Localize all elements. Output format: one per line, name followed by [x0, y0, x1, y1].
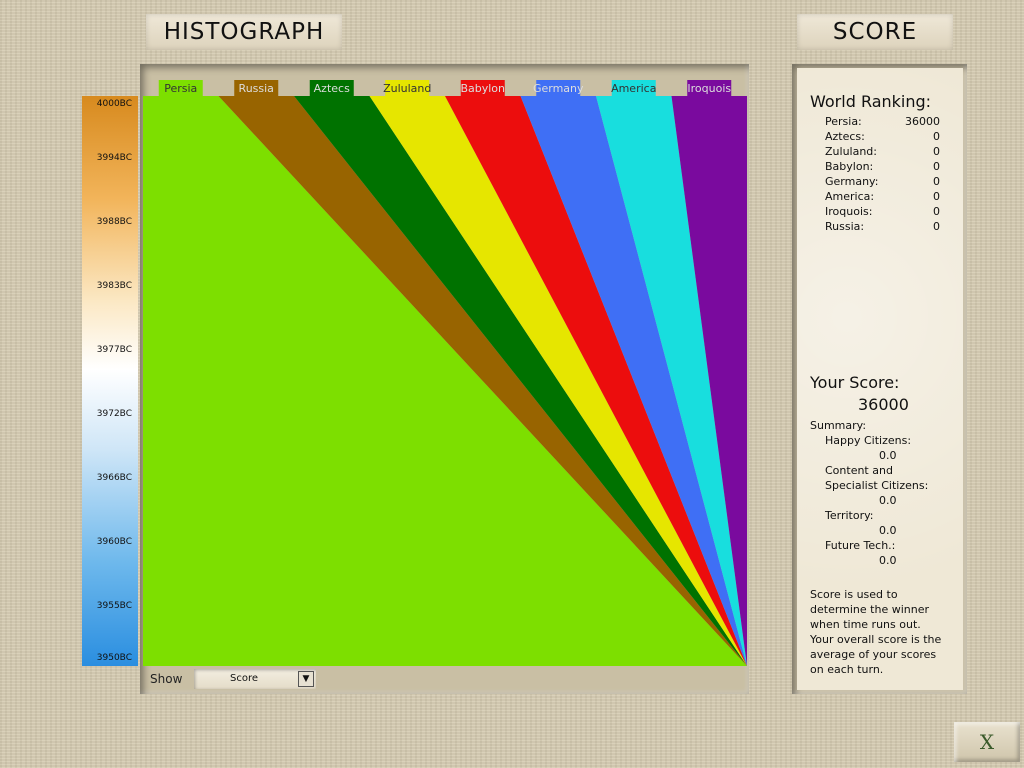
year-label: 3960BC	[96, 537, 132, 547]
year-label: 3972BC	[96, 409, 132, 419]
summary-label: Future Tech.:	[825, 539, 896, 552]
legend-label-aztecs: Aztecs	[314, 82, 350, 95]
ranking-name: Persia:	[825, 115, 862, 128]
legend-label-germany: Germany	[533, 82, 584, 95]
year-label: 4000BC	[96, 99, 132, 109]
score-note-line: determine the winner	[810, 603, 930, 616]
legend-label-zululand: Zululand	[383, 82, 431, 95]
ranking-name: Babylon:	[825, 160, 874, 173]
ranking-row: Germany: 0	[825, 175, 940, 188]
show-dropdown[interactable]: Score ▼	[194, 669, 316, 689]
ranking-row: America: 0	[825, 190, 940, 203]
ranking-name: Iroquois:	[825, 205, 873, 218]
legend-label-america: America	[611, 82, 656, 95]
legend-label-persia: Persia	[164, 82, 197, 95]
ranking-score: 0	[933, 220, 940, 233]
summary-value: 0.0	[879, 494, 897, 507]
legend-label-russia: Russia	[239, 82, 274, 95]
summary-label: Content and	[825, 464, 893, 477]
show-dropdown-value: Score	[229, 673, 258, 684]
year-label: 3950BC	[96, 653, 132, 663]
ranking-score: 0	[933, 175, 940, 188]
score-note-line: Your overall score is the	[810, 633, 942, 646]
your-score-title: Your Score:	[810, 373, 900, 392]
score-note-line: Score is used to	[810, 588, 898, 601]
ranking-name: Germany:	[825, 175, 879, 188]
your-score-value: 36000	[858, 395, 909, 414]
ranking-row: Iroquois: 0	[825, 205, 940, 218]
score-panel: World Ranking: Persia: 36000 Aztecs: 0 Zul…	[797, 68, 963, 690]
world-ranking-title: World Ranking:	[810, 92, 932, 111]
year-label: 3977BC	[96, 345, 132, 355]
ranking-row: Persia: 36000	[825, 115, 940, 128]
year-label: 3955BC	[96, 601, 132, 611]
ranking-name: Russia:	[825, 220, 865, 233]
ranking-row: Zululand: 0	[825, 145, 940, 158]
histograph-title: HISTOGRAPH	[146, 14, 342, 50]
year-label: 3994BC	[96, 153, 132, 163]
ranking-name: Zululand:	[825, 145, 877, 158]
score-note-line: average of your scores	[810, 648, 937, 661]
summary-value: 0.0	[879, 524, 897, 537]
ranking-row: Aztecs: 0	[825, 130, 940, 143]
ranking-row: Babylon: 0	[825, 160, 940, 173]
ranking-score: 0	[933, 205, 940, 218]
ranking-score: 0	[933, 145, 940, 158]
close-button[interactable]: X	[954, 722, 1020, 762]
histograph-chart: Persia Russia Aztecs Zululand Babylon Germany…	[143, 80, 747, 666]
summary-title: Summary:	[810, 419, 867, 432]
score-note-line: when time runs out.	[810, 618, 921, 631]
ranking-score: 0	[933, 160, 940, 173]
summary-label: Territory:	[825, 509, 874, 522]
show-label: Show	[150, 672, 183, 686]
legend-label-iroquois: Iroquois	[687, 82, 731, 95]
score-title: SCORE	[797, 14, 953, 50]
timeline-bar: 4000BC 3994BC 3988BC 3983BC 3977BC 3972B…	[82, 96, 138, 666]
ranking-score: 36000	[905, 115, 940, 128]
summary-label: Specialist Citizens:	[825, 479, 929, 492]
ranking-score: 0	[933, 130, 940, 143]
legend-label-babylon: Babylon	[460, 82, 505, 95]
year-label: 3988BC	[96, 217, 132, 227]
year-label: 3983BC	[96, 281, 132, 291]
ranking-name: Aztecs:	[825, 130, 865, 143]
ranking-name: America:	[825, 190, 875, 203]
ranking-score: 0	[933, 190, 940, 203]
close-icon: X	[979, 730, 995, 754]
score-note-line: on each turn.	[810, 663, 884, 676]
chevron-down-icon[interactable]: ▼	[298, 671, 314, 687]
summary-value: 0.0	[879, 449, 897, 462]
summary-value: 0.0	[879, 554, 897, 567]
ranking-row: Russia: 0	[825, 220, 940, 233]
year-label: 3966BC	[96, 473, 132, 483]
summary-label: Happy Citizens:	[825, 434, 912, 447]
